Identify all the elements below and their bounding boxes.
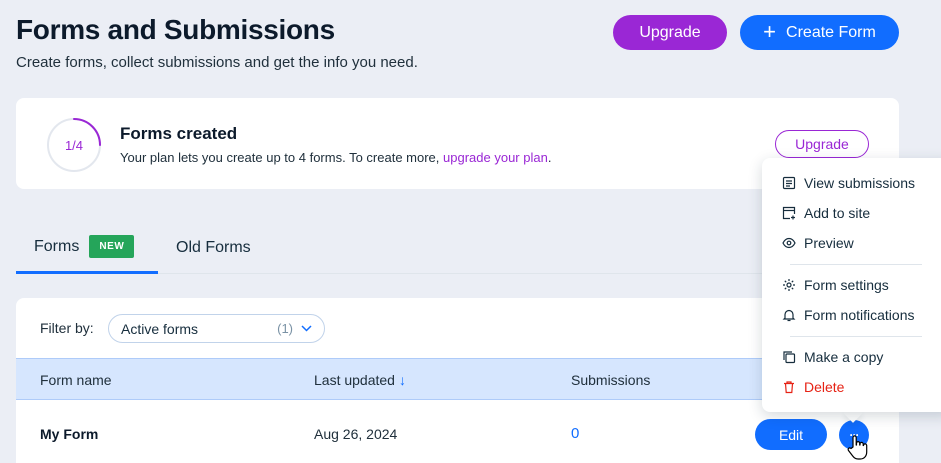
form-name-cell: My Form — [40, 426, 99, 442]
menu-item-label: Add to site — [804, 205, 871, 221]
upgrade-button[interactable]: Upgrade — [613, 15, 727, 50]
menu-item-form-settings[interactable]: Form settings — [782, 274, 889, 296]
menu-item-label: Form settings — [804, 277, 889, 293]
create-form-label: Create Form — [786, 23, 876, 41]
menu-divider — [790, 264, 922, 265]
menu-item-make-a-copy[interactable]: Make a copy — [782, 346, 883, 368]
quota-description-end: . — [547, 150, 552, 165]
menu-item-label: Preview — [804, 235, 854, 251]
menu-item-label: View submissions — [804, 175, 916, 191]
quota-count: 1/4 — [64, 137, 84, 153]
gear-icon — [783, 279, 795, 291]
menu-item-add-to-site[interactable]: Add to site — [782, 202, 870, 224]
hand-cursor-icon — [847, 435, 868, 460]
create-form-button[interactable]: + Create Form — [740, 15, 899, 50]
quota-description-text: Your plan lets you create up to 4 forms.… — [120, 150, 444, 165]
last-updated-cell: Aug 26, 2024 — [314, 426, 398, 442]
menu-item-label: Make a copy — [804, 349, 884, 365]
menu-item-form-notifications[interactable]: Form notifications — [782, 304, 914, 326]
column-header-form-name[interactable]: Form name — [40, 372, 112, 388]
bell-icon — [782, 309, 796, 322]
filter-label: Filter by: — [40, 320, 94, 336]
column-header-last-updated-label: Last updated — [314, 372, 395, 388]
more-actions-menu: View submissions Add to site Preview For… — [762, 158, 941, 412]
sort-arrow-icon: ↓ — [398, 372, 406, 388]
column-header-submissions[interactable]: Submissions — [571, 372, 650, 388]
filter-count: (1) — [277, 321, 293, 336]
edit-button[interactable]: Edit — [755, 419, 827, 450]
tab-old-forms[interactable]: Old Forms — [176, 222, 251, 273]
tab-forms-label: Forms — [34, 237, 80, 255]
list-icon — [782, 176, 796, 190]
tab-forms[interactable]: Forms NEW — [16, 222, 158, 274]
menu-divider — [790, 336, 922, 337]
quota-description: Your plan lets you create up to 4 forms.… — [120, 150, 551, 165]
chevron-down-icon — [301, 325, 312, 332]
menu-item-view-submissions[interactable]: View submissions — [782, 172, 915, 194]
quota-upgrade-button[interactable]: Upgrade — [775, 130, 869, 158]
menu-item-label: Form notifications — [804, 307, 915, 323]
page-title: Forms and Submissions — [16, 14, 335, 45]
quota-title: Forms created — [120, 124, 238, 143]
menu-item-label: Delete — [804, 379, 845, 395]
filter-dropdown[interactable]: Active forms (1) — [108, 314, 325, 343]
filter-selected-value: Active forms — [121, 320, 199, 337]
add-to-site-icon — [782, 206, 796, 220]
plus-icon: + — [763, 18, 777, 44]
page-subtitle: Create forms, collect submissions and ge… — [16, 54, 418, 71]
menu-item-preview[interactable]: Preview — [782, 232, 854, 254]
trash-icon — [784, 381, 794, 394]
upgrade-plan-link[interactable]: upgrade your plan — [443, 150, 548, 165]
column-header-last-updated[interactable]: Last updated ↓ — [314, 372, 406, 388]
menu-item-delete[interactable]: Delete — [782, 376, 844, 398]
eye-icon — [782, 237, 796, 249]
submissions-count-link[interactable]: 0 — [571, 425, 579, 442]
new-badge: NEW — [89, 235, 135, 258]
copy-icon — [783, 351, 796, 364]
